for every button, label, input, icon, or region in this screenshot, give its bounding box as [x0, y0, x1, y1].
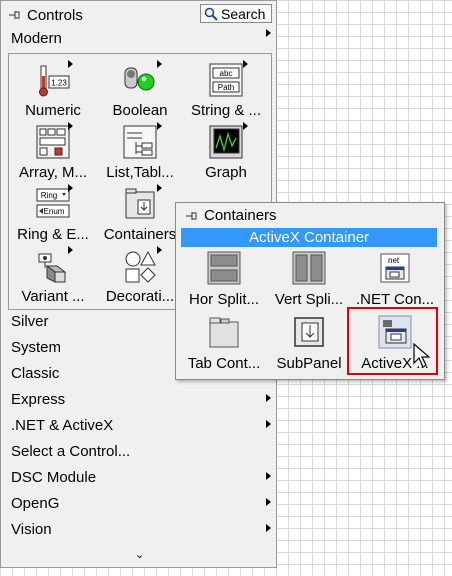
palette-item-string-path[interactable]: abc Path String & ...	[182, 60, 270, 119]
palette-item-numeric[interactable]: 1.23 Numeric	[9, 60, 97, 119]
ring-icon-text: Ring	[41, 191, 57, 200]
tab-control-icon	[207, 315, 241, 349]
numeric-icon: 1.23	[35, 62, 71, 98]
item-label: Variant ...	[21, 288, 85, 305]
item-label: Vert Spli...	[274, 291, 344, 308]
list-table-icon	[122, 124, 158, 160]
submenu-arrow-icon	[68, 184, 73, 192]
palette-item-decorations[interactable]: Decorati...	[96, 246, 184, 305]
vertical-splitter-icon	[292, 251, 326, 285]
item-label: Numeric	[25, 102, 81, 119]
item-label: Boolean	[112, 102, 168, 119]
submenu-arrow-icon	[157, 184, 162, 192]
container-item-horizontal-splitter[interactable]: Hor Split...	[181, 251, 267, 308]
pin-icon[interactable]	[7, 8, 21, 22]
submenu-arrow-icon	[266, 524, 271, 532]
path-icon-text: Path	[218, 83, 234, 92]
submenu-arrow-icon	[68, 246, 73, 254]
container-item-tab-control[interactable]: Tab Cont...	[181, 315, 267, 372]
item-label: Ring & E...	[17, 226, 89, 243]
variant-icon	[35, 248, 71, 284]
boolean-icon	[122, 62, 158, 98]
submenu-arrow-icon	[266, 498, 271, 506]
container-item-dotnet[interactable]: net .NET Con...	[352, 251, 438, 308]
category-label: Select a Control...	[11, 442, 131, 460]
category-select-control[interactable]: Select a Control...	[11, 440, 273, 462]
category-label: DSC Module	[11, 468, 97, 486]
palette-title: Controls	[27, 6, 83, 24]
search-icon	[204, 7, 218, 21]
container-item-vertical-splitter[interactable]: Vert Spli...	[266, 251, 352, 308]
palette-title-bar: Controls	[7, 5, 83, 25]
item-label: Tab Cont...	[187, 355, 261, 372]
palette-item-containers[interactable]: Containers	[96, 184, 184, 243]
palette-item-ring-enum[interactable]: Ring Enum Ring & E...	[9, 184, 97, 243]
category-express[interactable]: Express	[11, 388, 273, 410]
category-dsc-module[interactable]: DSC Module	[11, 466, 273, 488]
palette-item-list-table[interactable]: List,Tabl...	[96, 122, 184, 181]
string-path-icon: abc Path	[208, 62, 244, 98]
category-label: Modern	[11, 29, 62, 47]
activex-tooltip: ActiveX Container	[181, 228, 437, 247]
category-label: Vision	[11, 520, 52, 538]
containers-icon	[122, 186, 158, 222]
category-modern[interactable]: Modern	[11, 27, 273, 49]
category-label: Classic	[11, 364, 60, 382]
palette-item-array-matrix[interactable]: Array, M...	[9, 122, 97, 181]
submenu-arrow-icon	[157, 246, 162, 254]
item-label: Hor Split...	[188, 291, 260, 308]
category-dotnet-activex[interactable]: .NET & ActiveX	[11, 414, 273, 436]
dotnet-container-icon: net	[378, 251, 412, 285]
palette-item-graph[interactable]: Graph	[182, 122, 270, 181]
numeric-icon-text: 1.23	[51, 79, 67, 88]
category-label: Silver	[11, 312, 49, 330]
array-icon	[35, 124, 71, 160]
category-label: System	[11, 338, 62, 356]
string-icon-text: abc	[220, 69, 233, 78]
containers-popup: Containers ActiveX Container Hor Split..…	[175, 202, 445, 380]
item-label: Graph	[205, 164, 247, 181]
popup-title-bar: Containers	[184, 207, 277, 224]
net-badge: net	[388, 256, 400, 265]
item-label: Array, M...	[18, 164, 88, 181]
enum-icon-text: Enum	[44, 207, 65, 216]
submenu-arrow-icon	[266, 472, 271, 480]
submenu-arrow-icon	[266, 29, 271, 37]
graph-icon	[208, 124, 244, 160]
category-label: .NET & ActiveX	[11, 416, 114, 434]
submenu-arrow-icon	[243, 122, 248, 130]
item-label: Containers	[103, 226, 177, 243]
category-vision[interactable]: Vision	[11, 518, 273, 540]
item-label: SubPanel	[276, 355, 342, 372]
submenu-arrow-icon	[266, 420, 271, 428]
item-label: String & ...	[190, 102, 262, 119]
popup-title: Containers	[204, 207, 277, 224]
decorations-icon	[122, 248, 158, 284]
subpanel-icon	[292, 315, 326, 349]
item-label: List,Tabl...	[106, 164, 174, 181]
submenu-arrow-icon	[157, 60, 162, 68]
category-label: Express	[11, 390, 66, 408]
submenu-arrow-icon	[243, 60, 248, 68]
pin-icon[interactable]	[184, 209, 198, 223]
item-label: Decorati...	[105, 288, 175, 305]
category-label: OpenG	[11, 494, 60, 512]
horizontal-splitter-icon	[207, 251, 241, 285]
submenu-arrow-icon	[266, 394, 271, 402]
mouse-cursor-icon	[413, 343, 431, 368]
container-item-subpanel[interactable]: SubPanel	[266, 315, 352, 372]
expand-palette-chevron-icon[interactable]: ⌄	[135, 548, 144, 561]
search-label: Search	[221, 5, 266, 22]
submenu-arrow-icon	[68, 60, 73, 68]
search-button[interactable]: Search	[200, 4, 272, 23]
ring-enum-icon: Ring Enum	[35, 186, 71, 222]
submenu-arrow-icon	[68, 122, 73, 130]
submenu-arrow-icon	[157, 122, 162, 130]
palette-item-boolean[interactable]: Boolean	[96, 60, 184, 119]
item-label: .NET Con...	[355, 291, 435, 308]
palette-item-variant[interactable]: Variant ...	[9, 246, 97, 305]
category-openg[interactable]: OpenG	[11, 492, 273, 514]
